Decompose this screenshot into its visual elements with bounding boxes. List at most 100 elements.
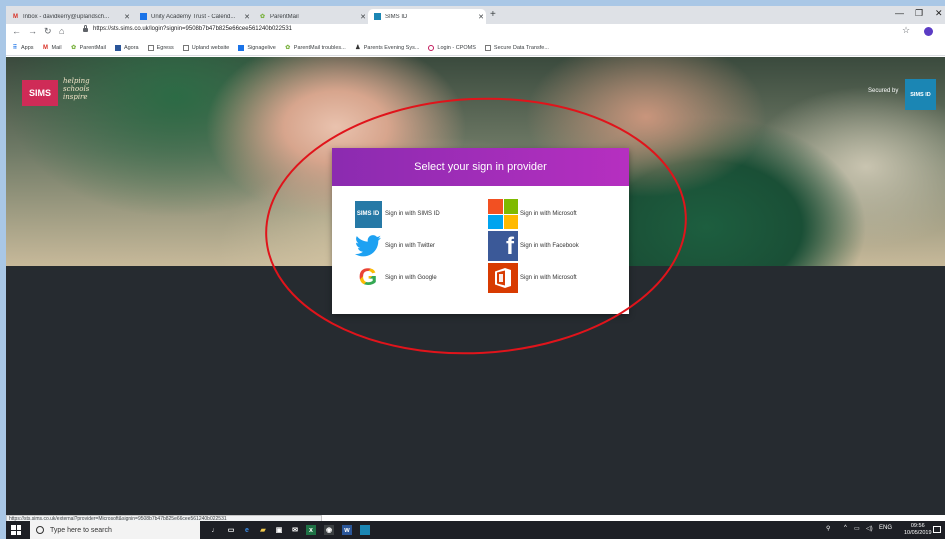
sign-in-google-button[interactable]: G Sign in with Google bbox=[353, 263, 437, 293]
new-tab-button[interactable]: + bbox=[490, 9, 496, 20]
close-tab-icon[interactable]: ✕ bbox=[242, 13, 252, 21]
bookmark-upland-website[interactable]: Upland website bbox=[182, 44, 230, 51]
edge-icon[interactable]: e bbox=[242, 525, 252, 535]
bookmark-secure-data-transfer[interactable]: Secure Data Transfe... bbox=[484, 44, 549, 51]
parentmail-icon: ✿ bbox=[71, 44, 77, 51]
browser-window: M Inbox - davidkerry@uplandsch... ✕ Unit… bbox=[6, 6, 945, 539]
clock-date: 10/05/2019 bbox=[904, 530, 932, 536]
cpoms-icon bbox=[428, 44, 435, 51]
apps-grid-icon: ⠿ bbox=[12, 44, 18, 51]
page-icon bbox=[147, 44, 154, 51]
back-icon[interactable]: ← bbox=[12, 26, 21, 36]
restore-icon[interactable]: ❐ bbox=[915, 8, 923, 19]
bookmark-label: Mail bbox=[51, 44, 62, 51]
bookmark-label: ParentMail troubles... bbox=[293, 44, 346, 51]
bookmark-label: Egress bbox=[156, 44, 174, 51]
windows-taskbar: Type here to search ♩ ▭ e ▰ ▣ ✉ x ◉ w ⚲ … bbox=[6, 521, 945, 539]
sign-in-facebook-button[interactable]: f Sign in with Facebook bbox=[488, 231, 579, 261]
tab-inbox[interactable]: M Inbox - davidkerry@uplandsch... ✕ bbox=[6, 9, 132, 24]
close-tab-icon[interactable]: ✕ bbox=[476, 13, 486, 21]
address-bar[interactable]: https://sts.sims.co.uk/login?signin=9508… bbox=[83, 25, 292, 32]
parentmail-icon: ✿ bbox=[259, 14, 266, 20]
url-text: https://sts.sims.co.uk/login?signin=9508… bbox=[93, 26, 292, 32]
bookmark-label: Signagelive bbox=[247, 44, 276, 51]
provider-label: Sign in with Facebook bbox=[520, 243, 579, 249]
parentmail-icon: ✿ bbox=[285, 44, 291, 51]
bookmark-parentmail[interactable]: ✿ ParentMail bbox=[71, 45, 106, 51]
tab-sims-id[interactable]: SIMS ID ✕ bbox=[368, 9, 486, 24]
sign-in-microsoft-button[interactable]: Sign in with Microsoft bbox=[488, 199, 577, 229]
tab-calendar[interactable]: Unity Academy Trust - Calend... ✕ bbox=[134, 9, 252, 24]
tab-strip: M Inbox - davidkerry@uplandsch... ✕ Unit… bbox=[6, 6, 945, 24]
tray-chevron-icon[interactable]: ^ bbox=[844, 525, 847, 531]
microphone-icon[interactable]: ♩ bbox=[210, 525, 220, 535]
taskbar-search-box[interactable]: Type here to search bbox=[30, 521, 200, 539]
provider-label: Sign in with Twitter bbox=[385, 243, 435, 249]
sims-app-icon[interactable] bbox=[360, 525, 370, 535]
tab-parentmail[interactable]: ✿ ParentMail ✕ bbox=[253, 9, 368, 24]
provider-label: Sign in with Google bbox=[385, 275, 437, 281]
task-view-icon[interactable]: ▭ bbox=[226, 525, 236, 535]
facebook-icon: f bbox=[488, 231, 518, 261]
sims-id-badge: SIMS ID bbox=[905, 79, 936, 110]
bookmark-star-icon[interactable]: ☆ bbox=[902, 25, 910, 36]
calendar-icon bbox=[140, 13, 147, 20]
bookmark-label: Login - CPOMS bbox=[437, 44, 476, 51]
bookmark-parents-evening[interactable]: ♟ Parents Evening Sys... bbox=[355, 44, 420, 51]
sign-in-sims-id-button[interactable]: SIMS ID Sign in with SIMS ID bbox=[353, 199, 440, 229]
bookmark-label: ParentMail bbox=[79, 44, 106, 51]
bookmark-mail[interactable]: M Mail bbox=[43, 45, 62, 51]
bookmark-label: Parents Evening Sys... bbox=[363, 44, 420, 51]
bookmark-cpoms[interactable]: Login - CPOMS bbox=[428, 44, 476, 51]
volume-icon[interactable]: ◁) bbox=[866, 525, 873, 532]
store-icon[interactable]: ▣ bbox=[274, 525, 284, 535]
word-icon[interactable]: w bbox=[342, 525, 352, 535]
lock-icon bbox=[83, 25, 88, 32]
close-tab-icon[interactable]: ✕ bbox=[358, 13, 368, 21]
sign-in-twitter-button[interactable]: Sign in with Twitter bbox=[353, 231, 435, 261]
page-content: SIMS helping schools inspire Secured by … bbox=[6, 57, 945, 515]
close-tab-icon[interactable]: ✕ bbox=[122, 13, 132, 21]
secured-by-label: Secured by bbox=[868, 88, 899, 94]
file-explorer-icon[interactable]: ▰ bbox=[258, 525, 268, 535]
signagelive-icon bbox=[238, 44, 245, 51]
home-icon[interactable]: ⌂ bbox=[59, 26, 64, 36]
clock-time: 09:56 bbox=[910, 523, 925, 529]
windows-start-icon[interactable] bbox=[11, 525, 21, 535]
minimize-icon[interactable]: — bbox=[895, 8, 904, 18]
gmail-icon: M bbox=[13, 13, 18, 20]
notification-icon[interactable] bbox=[933, 526, 941, 533]
tab-label: SIMS ID bbox=[385, 13, 408, 20]
search-placeholder: Type here to search bbox=[50, 526, 112, 534]
bookmark-signagelive[interactable]: Signagelive bbox=[238, 44, 276, 51]
sims-id-icon: SIMS ID bbox=[353, 199, 383, 229]
profile-avatar[interactable] bbox=[924, 27, 933, 36]
mail-icon[interactable]: ✉ bbox=[290, 525, 300, 535]
bookmark-parentmail-troubles[interactable]: ✿ ParentMail troubles... bbox=[285, 44, 346, 51]
bookmark-apps[interactable]: ⠿ Apps bbox=[12, 45, 34, 51]
bookmark-egress[interactable]: Egress bbox=[147, 44, 174, 51]
bookmark-label: Secure Data Transfe... bbox=[493, 44, 549, 51]
close-window-icon[interactable]: ✕ bbox=[935, 8, 943, 19]
provider-label: Sign in with Microsoft bbox=[520, 275, 577, 281]
bookmark-agora[interactable]: Agora bbox=[114, 44, 139, 51]
chrome-icon[interactable]: ◉ bbox=[324, 525, 334, 535]
tab-label: Unity Academy Trust - Calend... bbox=[151, 13, 236, 20]
bookmark-label: Apps bbox=[21, 44, 34, 51]
bookmark-label: Upland website bbox=[191, 44, 230, 51]
language-indicator[interactable]: ENG bbox=[879, 525, 892, 531]
network-icon[interactable]: ▭ bbox=[854, 525, 860, 532]
sims-icon bbox=[374, 13, 381, 20]
page-icon bbox=[484, 44, 491, 51]
sign-in-office-microsoft-button[interactable]: Sign in with Microsoft bbox=[488, 263, 577, 293]
people-icon[interactable]: ⚲ bbox=[826, 525, 830, 532]
sign-in-provider-dialog: Select your sign in provider SIMS ID Sig… bbox=[332, 148, 629, 314]
forward-icon[interactable]: → bbox=[28, 26, 37, 36]
taskbar-clock[interactable]: 09:56 10/05/2019 bbox=[904, 523, 932, 537]
reload-icon[interactable]: ↻ bbox=[44, 26, 52, 37]
gmail-icon: M bbox=[43, 44, 49, 51]
excel-icon[interactable]: x bbox=[306, 525, 316, 535]
tab-label: Inbox - davidkerry@uplandsch... bbox=[23, 13, 110, 20]
google-icon: G bbox=[358, 264, 378, 291]
sims-logo: SIMS bbox=[22, 80, 58, 106]
